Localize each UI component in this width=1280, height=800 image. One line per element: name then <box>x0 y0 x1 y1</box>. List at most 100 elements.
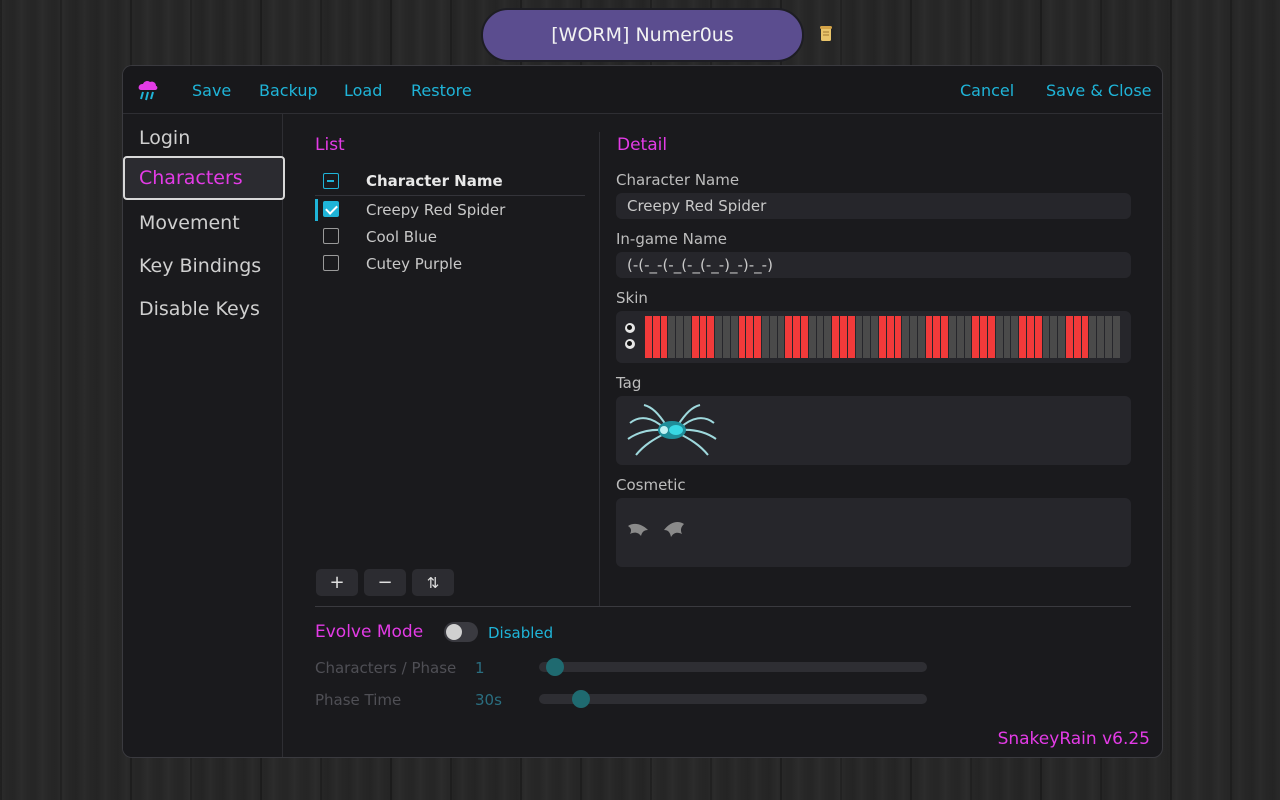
skin-segment <box>730 316 739 358</box>
save-and-close-button[interactable]: Save & Close <box>1046 81 1152 100</box>
player-name-pill[interactable]: [WORM] Numer0us <box>481 8 804 62</box>
skin-segment <box>707 316 716 358</box>
phase-time-slider[interactable] <box>539 690 927 708</box>
sidebar-item-login[interactable]: Login <box>123 116 285 160</box>
remove-character-button[interactable]: − <box>364 569 406 596</box>
sidebar-item-label: Characters <box>139 167 243 189</box>
skin-segment <box>683 316 692 358</box>
skin-segment <box>941 316 950 358</box>
horizontal-divider <box>315 606 1131 607</box>
column-header-character-name: Character Name <box>366 172 503 190</box>
skin-segment <box>832 316 840 358</box>
skin-preview[interactable] <box>616 311 1131 363</box>
skin-segment <box>715 316 723 358</box>
scroll-icon[interactable] <box>819 26 833 42</box>
skin-segment <box>863 316 872 358</box>
skin-segment <box>808 316 817 358</box>
sidebar-item-disable-keys[interactable]: Disable Keys <box>123 287 285 331</box>
skin-segment <box>676 316 684 358</box>
spider-tag-icon <box>627 404 717 456</box>
list-item[interactable]: Creepy Red Spider <box>315 197 585 224</box>
list-item[interactable]: Cool Blue <box>315 224 585 251</box>
characters-per-phase-label: Characters / Phase <box>315 659 457 677</box>
detail-title: Detail <box>617 135 668 155</box>
sort-button[interactable]: ⇅ <box>412 569 454 596</box>
skin-segment <box>769 316 778 358</box>
skin-segment <box>1066 316 1074 358</box>
list-item-label: Cool Blue <box>366 228 437 246</box>
skin-segment <box>933 316 942 358</box>
skin-segment <box>964 316 973 358</box>
section-divider <box>599 132 600 606</box>
add-character-button[interactable]: + <box>316 569 358 596</box>
skin-segment <box>746 316 755 358</box>
slider-thumb[interactable] <box>546 658 564 676</box>
save-button[interactable]: Save <box>192 81 231 100</box>
skin-segment <box>1027 316 1035 358</box>
skin-segment <box>894 316 903 358</box>
skin-segment <box>785 316 794 358</box>
sidebar-item-label: Login <box>139 127 191 149</box>
skin-segment <box>910 316 918 358</box>
skin-segment <box>691 316 700 358</box>
skin-segment <box>855 316 864 358</box>
sidebar-item-characters[interactable]: Characters <box>123 156 285 200</box>
toolbar: Save Backup Load Restore Cancel Save & C… <box>123 66 1162 114</box>
skin-segment <box>793 316 801 358</box>
backup-button[interactable]: Backup <box>259 81 318 100</box>
skin-segment <box>925 316 934 358</box>
skin-segment <box>1034 316 1043 358</box>
row-checkbox[interactable] <box>323 201 339 217</box>
ingame-name-label: In-game Name <box>616 230 727 248</box>
phase-time-label: Phase Time <box>315 691 402 709</box>
skin-segment <box>645 316 653 358</box>
characters-per-phase-value: 1 <box>475 659 485 677</box>
skin-segment <box>847 316 856 358</box>
sidebar-item-movement[interactable]: Movement <box>123 201 285 245</box>
skin-strip <box>645 316 1121 358</box>
settings-window: Save Backup Load Restore Cancel Save & C… <box>122 65 1163 758</box>
cosmetic-panel[interactable] <box>616 498 1131 567</box>
skin-segment <box>995 316 1004 358</box>
version-label: SnakeyRain v6.25 <box>997 729 1150 749</box>
skin-segment <box>980 316 989 358</box>
character-name-label: Character Name <box>616 171 740 189</box>
cancel-button[interactable]: Cancel <box>960 81 1014 100</box>
tag-panel[interactable] <box>616 396 1131 465</box>
skin-segment <box>956 316 965 358</box>
skin-segment <box>878 316 887 358</box>
skin-segment <box>902 316 911 358</box>
row-checkbox[interactable] <box>323 228 339 244</box>
list-item[interactable]: Cutey Purple <box>315 251 585 278</box>
skin-segment <box>816 316 825 358</box>
skin-segment <box>1058 316 1067 358</box>
tag-label: Tag <box>616 374 642 392</box>
snake-eyes <box>625 323 637 349</box>
phase-time-value: 30s <box>475 691 502 709</box>
row-checkbox[interactable] <box>323 255 339 271</box>
skin-segment <box>1112 316 1121 358</box>
ingame-name-field[interactable]: (-(-_-(-_(-_(-_-)_-)-_-) <box>616 252 1131 278</box>
skin-segment <box>754 316 762 358</box>
skin-segment <box>1089 316 1098 358</box>
skin-segment <box>1011 316 1020 358</box>
skin-segment <box>1050 316 1059 358</box>
slider-thumb[interactable] <box>572 690 590 708</box>
load-button[interactable]: Load <box>344 81 382 100</box>
skin-segment <box>722 316 731 358</box>
restore-button[interactable]: Restore <box>411 81 472 100</box>
character-name-field[interactable]: Creepy Red Spider <box>616 193 1131 219</box>
evolve-mode-toggle[interactable] <box>444 622 478 642</box>
skin-segment <box>917 316 926 358</box>
skin-segment <box>1003 316 1012 358</box>
skin-segment <box>1097 316 1106 358</box>
list-header: Character Name <box>315 170 585 196</box>
skin-segment <box>972 316 981 358</box>
skin-label: Skin <box>616 289 648 307</box>
cosmetic-label: Cosmetic <box>616 476 686 494</box>
sidebar-item-label: Key Bindings <box>139 255 262 277</box>
sidebar-item-key-bindings[interactable]: Key Bindings <box>123 244 285 288</box>
characters-per-phase-slider[interactable] <box>539 658 927 676</box>
skin-segment <box>949 316 957 358</box>
select-all-checkbox[interactable] <box>323 173 339 189</box>
